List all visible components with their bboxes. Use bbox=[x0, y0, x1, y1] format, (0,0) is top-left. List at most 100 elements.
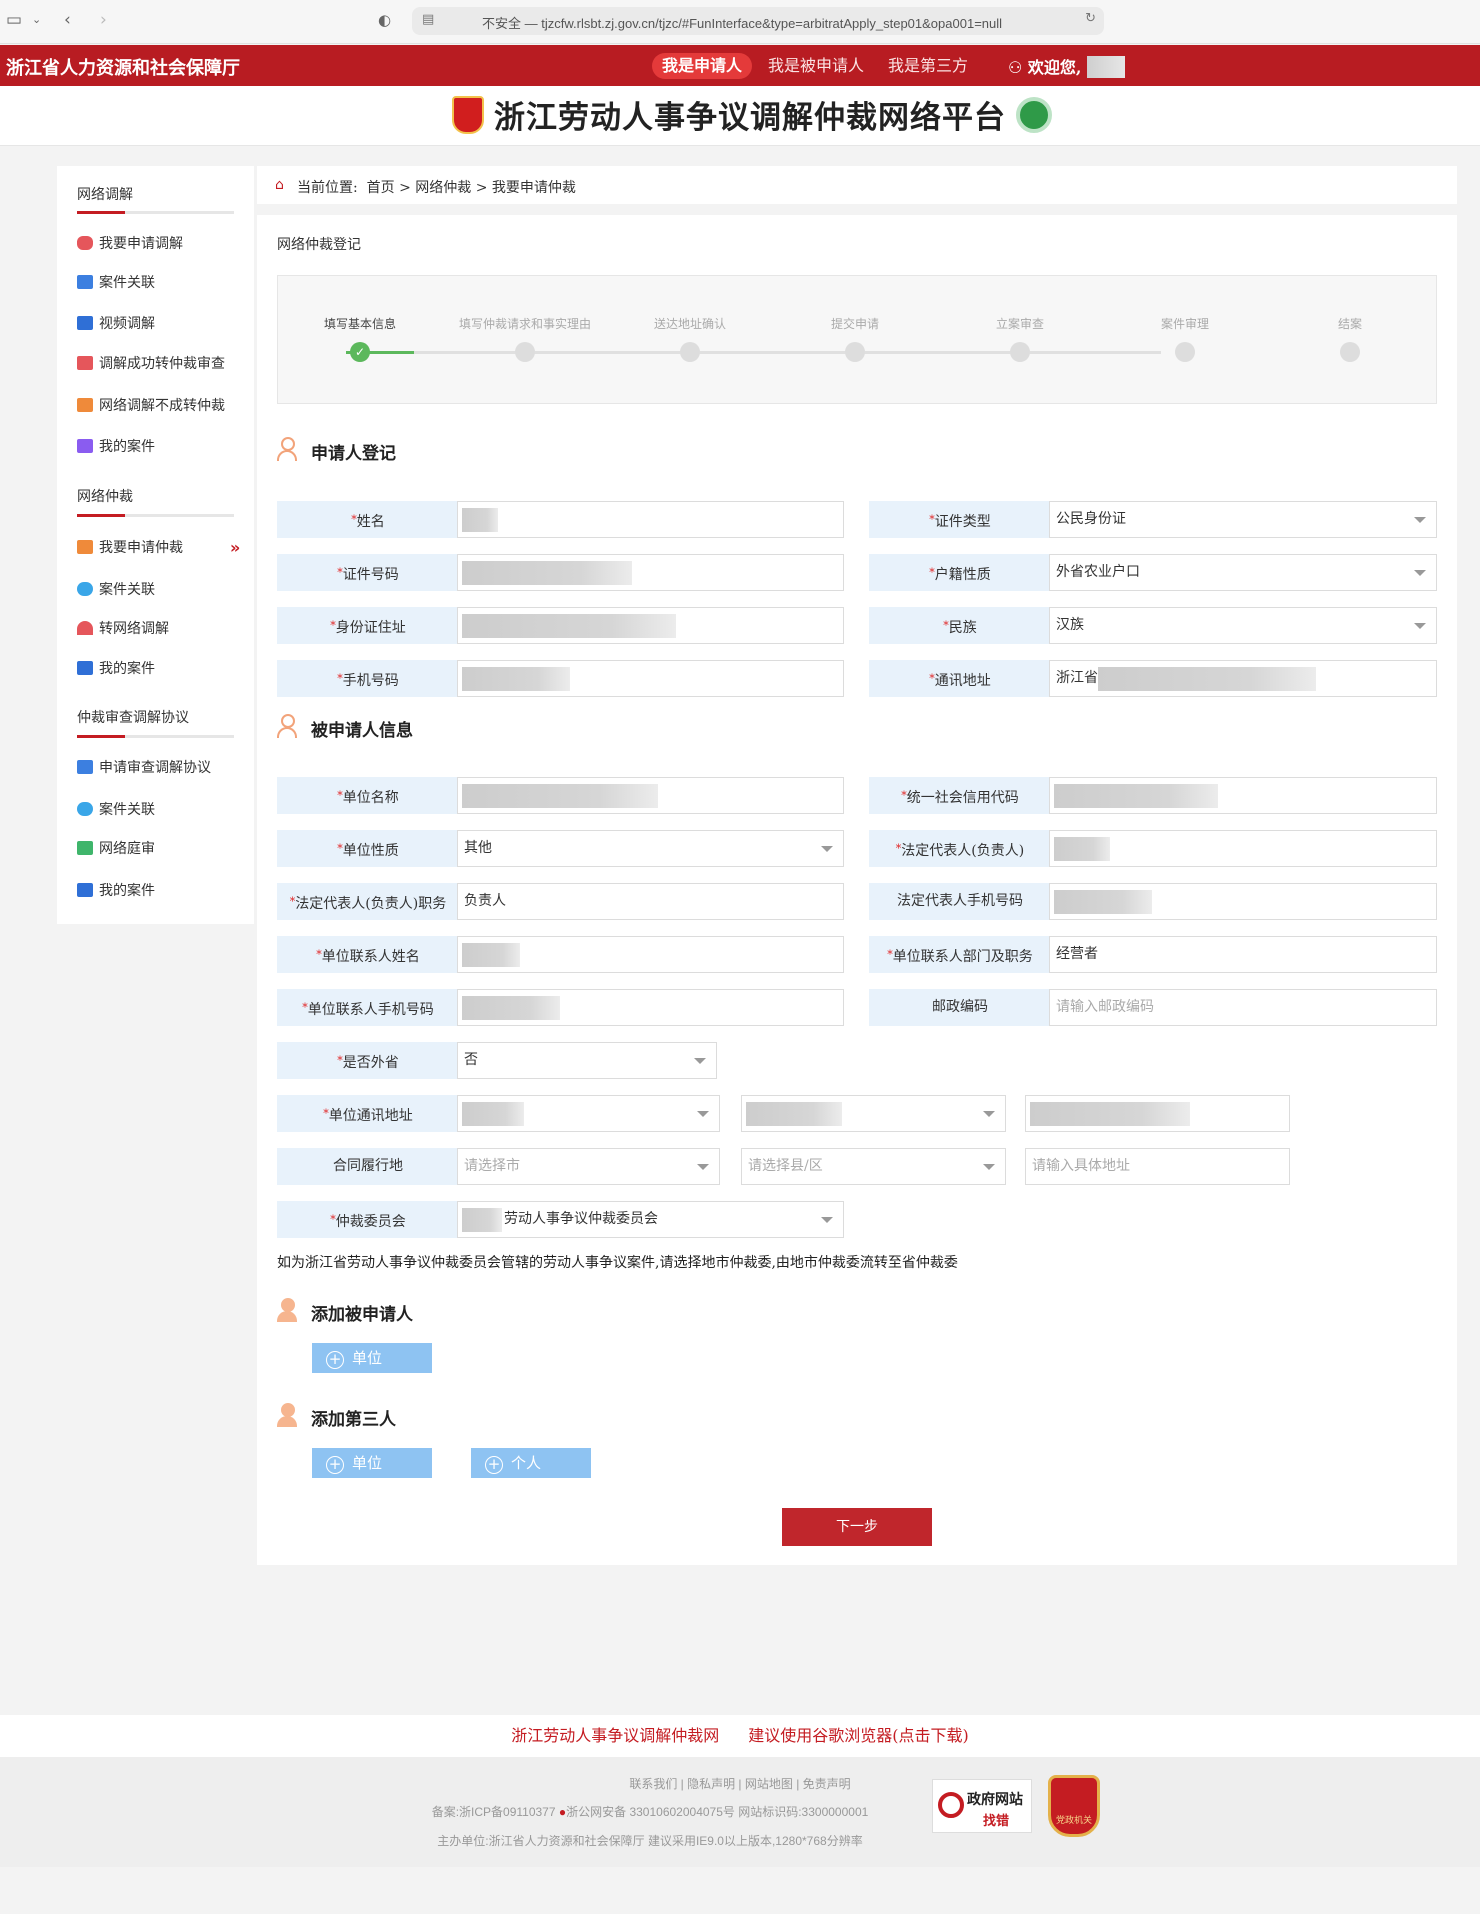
ethnicity-select[interactable]: 汉族 bbox=[1049, 607, 1437, 644]
legal-rep-input[interactable] bbox=[1049, 830, 1437, 867]
footer-links: 浙江劳动人事争议调解仲裁网 建议使用谷歌浏览器(点击下载) bbox=[0, 1715, 1480, 1757]
home-icon: ⌂ bbox=[275, 177, 284, 193]
contact-name-input[interactable] bbox=[457, 936, 844, 973]
document-icon bbox=[77, 356, 93, 370]
sidebar-item-label: 案件关联 bbox=[99, 802, 155, 818]
next-step-button[interactable]: 下一步 bbox=[782, 1508, 932, 1546]
sidebar-item-my-cases-1[interactable]: 我的案件 bbox=[77, 437, 155, 457]
shield-icon[interactable]: ◐ bbox=[378, 11, 391, 29]
sidebar-item-video-mediation[interactable]: 视频调解 bbox=[77, 314, 155, 334]
sidebar-item-my-cases-2[interactable]: 我的案件 bbox=[77, 659, 155, 679]
add-third-unit-button[interactable]: + 单位 bbox=[312, 1448, 432, 1478]
sidebar-item-mediation-to-arbitration-review[interactable]: 调解成功转仲裁审查 bbox=[77, 354, 225, 374]
unit-type-label: *单位性质 bbox=[277, 830, 459, 867]
sidebar-item-label: 网络调解不成转仲裁 bbox=[99, 398, 225, 414]
link-icon bbox=[77, 802, 93, 816]
contact-dept-input[interactable]: 经营者 bbox=[1049, 936, 1437, 973]
gov-error-report-badge[interactable]: 政府网站 找错 bbox=[932, 1779, 1032, 1833]
address-bar[interactable]: ▤ 不安全 — tjzcfw.rlsbt.zj.gov.cn/tjzc/#Fun… bbox=[412, 7, 1104, 35]
phone-input[interactable] bbox=[457, 660, 844, 697]
hukou-label: *户籍性质 bbox=[869, 554, 1051, 591]
sidebar-item-case-link-1[interactable]: 案件关联 bbox=[77, 273, 155, 293]
role-applicant-tab[interactable]: 我是申请人 bbox=[652, 53, 753, 79]
sidebar-item-label: 视频调解 bbox=[99, 316, 155, 332]
step-dot bbox=[515, 342, 535, 362]
back-icon[interactable]: ‹ bbox=[64, 10, 71, 30]
breadcrumb: ⌂ 当前位置: 首页 > 网络仲裁 > 我要申请仲裁 bbox=[257, 166, 1457, 204]
breadcrumb-path[interactable]: 首页 > 网络仲裁 > 我要申请仲裁 bbox=[367, 180, 576, 196]
unit-city-select[interactable] bbox=[457, 1095, 720, 1132]
step-track bbox=[346, 351, 1161, 354]
scales-icon bbox=[77, 540, 93, 554]
footer-link-browser[interactable]: 建议使用谷歌浏览器(点击下载) bbox=[748, 1726, 969, 1745]
sidebar-item-apply-mediation[interactable]: 我要申请调解 bbox=[77, 234, 183, 254]
step-label: 填写仲裁请求和事实理由 bbox=[458, 317, 592, 331]
plus-circle-icon: + bbox=[326, 1456, 344, 1474]
contract-detail-address-input[interactable]: 请输入具体地址 bbox=[1025, 1148, 1290, 1185]
legal-rep-post-input[interactable]: 负责人 bbox=[457, 883, 844, 920]
role-third-party-tab[interactable]: 我是第三方 bbox=[878, 53, 978, 79]
contact-phone-input[interactable] bbox=[457, 989, 844, 1026]
sidebar-item-case-link-3[interactable]: 案件关联 bbox=[77, 800, 155, 820]
step-label: 立案审查 bbox=[995, 317, 1045, 331]
unit-detail-address-input[interactable] bbox=[1025, 1095, 1290, 1132]
footer-link-site[interactable]: 浙江劳动人事争议调解仲裁网 bbox=[511, 1726, 719, 1745]
folder-icon bbox=[77, 883, 93, 897]
add-third-party-title: 添加第三人 bbox=[277, 1403, 396, 1431]
sidebar-item-case-link-2[interactable]: 案件关联 bbox=[77, 580, 155, 600]
sidebar-item-label: 我要申请调解 bbox=[99, 236, 183, 252]
id-address-input[interactable] bbox=[457, 607, 844, 644]
redacted-value bbox=[462, 614, 676, 638]
step-label: 提交申请 bbox=[830, 317, 880, 331]
add-third-person-button[interactable]: + 个人 bbox=[471, 1448, 591, 1478]
unit-county-select[interactable] bbox=[741, 1095, 1006, 1132]
contract-city-select[interactable]: 请选择市 bbox=[457, 1148, 720, 1185]
books-icon bbox=[77, 275, 93, 289]
party-government-badge[interactable]: 党政机关 bbox=[1048, 1775, 1100, 1837]
step-dot bbox=[845, 342, 865, 362]
legal-rep-post-label: *法定代表人(负责人)职务 bbox=[277, 883, 459, 920]
plus-circle-icon: + bbox=[485, 1456, 503, 1474]
sidebar-item-apply-arbitration[interactable]: 我要申请仲裁 bbox=[77, 538, 183, 558]
sidebar-item-my-cases-3[interactable]: 我的案件 bbox=[77, 881, 155, 901]
id-type-select[interactable]: 公民身份证 bbox=[1049, 501, 1437, 538]
arbitration-seal-logo bbox=[1016, 97, 1052, 133]
id-number-input[interactable] bbox=[457, 554, 844, 591]
sidebar-item-failed-mediation-to-arbitration[interactable]: 网络调解不成转仲裁 bbox=[77, 396, 225, 416]
site-title[interactable]: 浙江省人力资源和社会保障厅 bbox=[6, 54, 240, 80]
platform-banner: 浙江劳动人事争议调解仲裁网络平台 bbox=[0, 86, 1480, 146]
mail-address-input[interactable]: 浙江省 bbox=[1049, 660, 1437, 697]
forward-icon[interactable]: › bbox=[100, 10, 107, 30]
out-province-label: *是否外省 bbox=[277, 1042, 459, 1079]
reload-icon[interactable]: ↻ bbox=[1085, 11, 1096, 26]
sidebar: 网络调解 我要申请调解 案件关联 视频调解 调解成功转仲裁审查 网络调解不成转仲… bbox=[57, 166, 254, 924]
chevron-down-icon[interactable]: ⌄ bbox=[32, 13, 41, 26]
contract-county-select[interactable]: 请选择县/区 bbox=[741, 1148, 1006, 1185]
user-icon: ⚇ bbox=[1008, 58, 1023, 77]
unit-name-input[interactable] bbox=[457, 777, 844, 814]
id-type-label: *证件类型 bbox=[869, 501, 1051, 538]
user-menu[interactable]: ⚇ 欢迎您, bbox=[1008, 54, 1126, 78]
footer-nav[interactable]: 联系我们 | 隐私声明 | 网站地图 | 免责声明 bbox=[0, 1775, 1480, 1792]
unit-type-select[interactable]: 其他 bbox=[457, 830, 844, 867]
sidebar-item-online-hearing[interactable]: 网络庭审 bbox=[77, 839, 155, 859]
badge-text: 党政机关 bbox=[1055, 1816, 1092, 1826]
committee-select[interactable]: 劳动人事争议仲裁委员会 bbox=[457, 1201, 844, 1238]
divider bbox=[77, 514, 234, 517]
progress-steps: 填写基本信息 填写仲裁请求和事实理由 送达地址确认 提交申请 立案审查 案件审理… bbox=[277, 275, 1437, 404]
out-province-select[interactable]: 否 bbox=[457, 1042, 717, 1079]
name-input[interactable] bbox=[457, 501, 844, 538]
redacted-value bbox=[1054, 837, 1110, 861]
redacted-value bbox=[462, 1208, 502, 1232]
role-respondent-tab[interactable]: 我是被申请人 bbox=[758, 53, 874, 79]
sidebar-item-apply-agreement-review[interactable]: 申请审查调解协议 bbox=[77, 758, 211, 778]
sidebar-item-to-online-mediation[interactable]: 转网络调解 bbox=[77, 619, 169, 639]
sidebar-toggle-icon[interactable]: ▭ bbox=[6, 10, 22, 30]
legal-rep-phone-input[interactable] bbox=[1049, 883, 1437, 920]
postcode-input[interactable]: 请输入邮政编码 bbox=[1049, 989, 1437, 1026]
ethnicity-label: *民族 bbox=[869, 607, 1051, 644]
hukou-select[interactable]: 外省农业户口 bbox=[1049, 554, 1437, 591]
add-respondent-unit-button[interactable]: + 单位 bbox=[312, 1343, 432, 1373]
credit-code-input[interactable] bbox=[1049, 777, 1437, 814]
chevron-down-icon bbox=[694, 1058, 706, 1064]
